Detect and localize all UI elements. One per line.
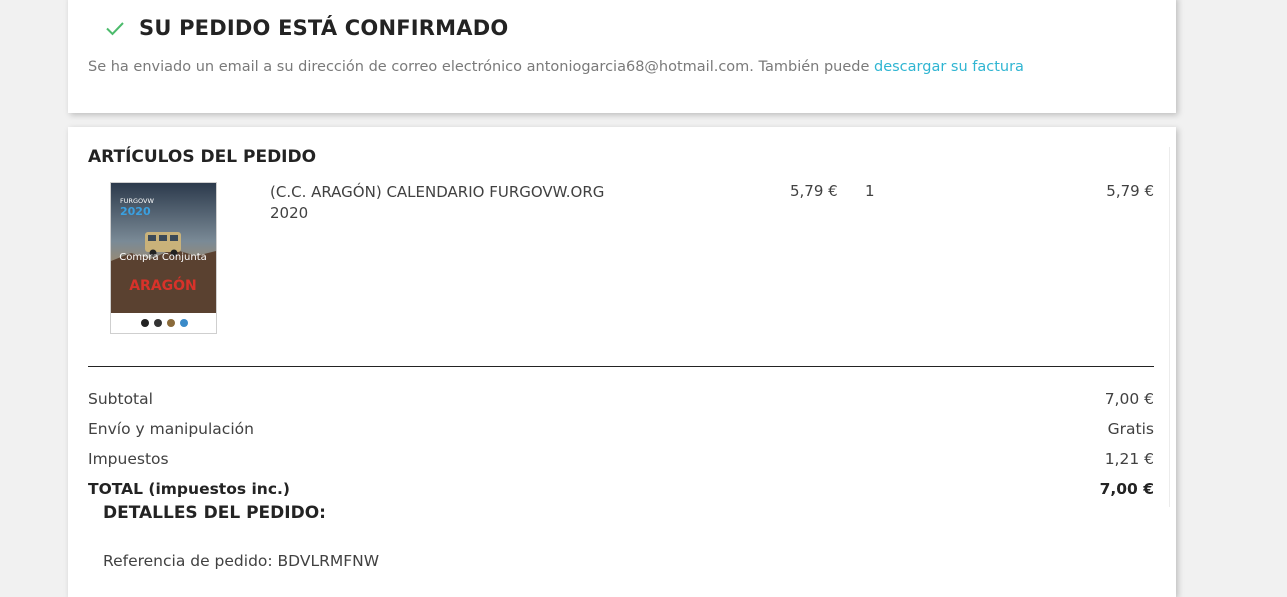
product-image[interactable]: FURGOVW 2020 Compra Conjunta ARAGÓN <box>110 182 217 334</box>
cover-region: ARAGÓN <box>129 276 197 294</box>
check-icon <box>106 22 124 36</box>
cover-year: 2020 <box>120 205 151 218</box>
order-reference: Referencia de pedido: BDVLRMFNW <box>103 552 380 570</box>
order-items-card: ARTÍCULOS DEL PEDIDO FURGOVW 2020 Compra <box>68 127 1176 597</box>
order-items-title: ARTÍCULOS DEL PEDIDO <box>88 147 317 167</box>
order-totals: Subtotal 7,00 € Envío y manipulación Gra… <box>88 387 1154 507</box>
confirmation-title: SU PEDIDO ESTÁ CONFIRMADO <box>139 16 509 40</box>
product-line-total: 5,79 € <box>1106 182 1154 200</box>
cover-brand: FURGOVW <box>120 197 154 205</box>
order-confirmation-card: SU PEDIDO ESTÁ CONFIRMADO Se ha enviado … <box>68 0 1176 113</box>
cover-caption: Compra Conjunta <box>119 252 207 263</box>
taxes-label: Impuestos <box>88 450 169 468</box>
product-unit-price: 5,79 € <box>790 182 838 200</box>
subtotal-label: Subtotal <box>88 390 153 408</box>
order-details-title: DETALLES DEL PEDIDO: <box>103 503 326 523</box>
taxes-row: Impuestos 1,21 € <box>88 447 1154 477</box>
subtotal-value: 7,00 € <box>1104 390 1154 408</box>
confirmation-message: Se ha enviado un email a su dirección de… <box>88 59 1024 75</box>
product-name[interactable]: (C.C. ARAGÓN) CALENDARIO FURGOVW.ORG 202… <box>270 182 630 224</box>
taxes-value: 1,21 € <box>1104 450 1154 468</box>
confirmation-message-text: Se ha enviado un email a su dirección de… <box>88 59 874 75</box>
product-quantity: 1 <box>865 182 875 200</box>
shipping-label: Envío y manipulación <box>88 420 254 438</box>
confirmation-heading: SU PEDIDO ESTÁ CONFIRMADO <box>103 16 508 40</box>
grand-total-value: 7,00 € <box>1099 480 1154 498</box>
subtotal-row: Subtotal 7,00 € <box>88 387 1154 417</box>
column-divider <box>1169 147 1170 507</box>
download-invoice-link[interactable]: descargar su factura <box>874 59 1024 75</box>
calendar-cover-image: FURGOVW 2020 Compra Conjunta ARAGÓN <box>111 183 216 333</box>
shipping-value: Gratis <box>1107 420 1154 438</box>
shipping-row: Envío y manipulación Gratis <box>88 417 1154 447</box>
items-divider <box>88 366 1154 367</box>
